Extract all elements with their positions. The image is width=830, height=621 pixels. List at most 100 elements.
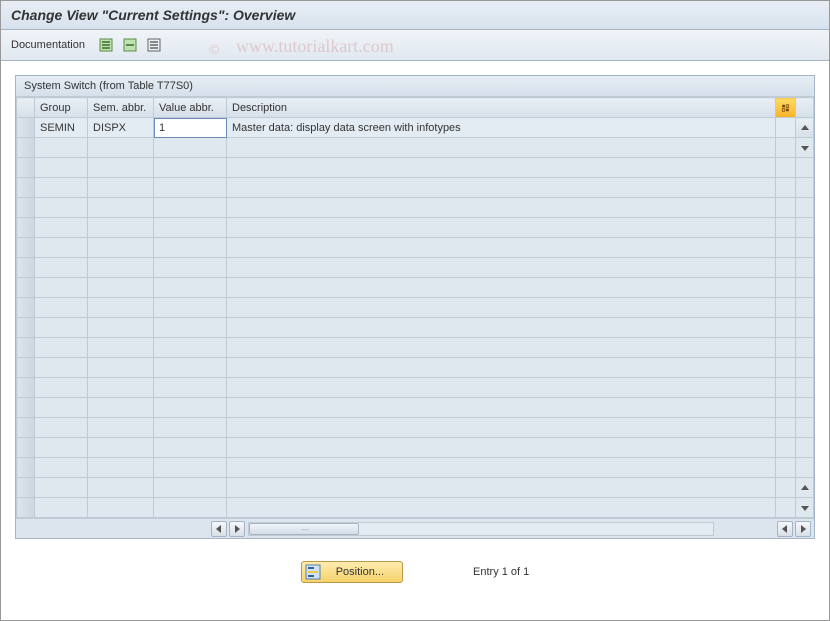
row-selector[interactable] <box>17 258 35 278</box>
row-selector[interactable] <box>17 198 35 218</box>
cell-description: Master data: display data screen with in… <box>227 118 776 138</box>
cell-value-abbr <box>154 318 227 338</box>
row-selector[interactable] <box>17 498 35 518</box>
vscroll-down-button[interactable] <box>796 138 814 158</box>
documentation-button[interactable]: Documentation <box>11 39 85 51</box>
cell-group <box>35 358 88 378</box>
row-selector[interactable] <box>17 298 35 318</box>
cell-group <box>35 338 88 358</box>
row-selector[interactable] <box>17 238 35 258</box>
toolbar: Documentation <box>1 30 829 61</box>
row-selector[interactable] <box>17 398 35 418</box>
row-selector[interactable] <box>17 138 35 158</box>
cell-group <box>35 458 88 478</box>
cell-spare <box>776 358 796 378</box>
vscroll-track <box>796 358 814 378</box>
cell-value-abbr <box>154 418 227 438</box>
table-settings-button[interactable] <box>776 98 796 118</box>
vscroll-up2-button[interactable] <box>796 478 814 498</box>
cell-sem-abbr <box>88 298 154 318</box>
row-selector[interactable] <box>17 458 35 478</box>
cell-spare <box>776 478 796 498</box>
cell-sem-abbr <box>88 358 154 378</box>
hscroll-right2-button[interactable] <box>795 521 811 537</box>
cell-group <box>35 318 88 338</box>
cell-value-abbr <box>154 438 227 458</box>
cell-value-abbr <box>154 358 227 378</box>
row-selector[interactable] <box>17 278 35 298</box>
row-selector[interactable] <box>17 378 35 398</box>
vscroll-track <box>796 338 814 358</box>
hscroll-thumb-main[interactable]: ᠁ <box>249 523 359 535</box>
content-area: System Switch (from Table T77S0) Group S… <box>1 61 829 619</box>
cell-sem-abbr <box>88 438 154 458</box>
hscroll-track-main[interactable]: ᠁ <box>248 522 714 536</box>
vscroll-up-button[interactable] <box>796 118 814 138</box>
cell-spare <box>776 318 796 338</box>
cell-description <box>227 478 776 498</box>
collapse-all-icon[interactable] <box>121 36 139 54</box>
vscroll-down2-button[interactable] <box>796 498 814 518</box>
row-selector[interactable] <box>17 358 35 378</box>
entry-status-text: Entry 1 of 1 <box>473 566 529 578</box>
cell-spare <box>776 198 796 218</box>
row-selector[interactable] <box>17 178 35 198</box>
cell-description <box>227 138 776 158</box>
column-header-description[interactable]: Description <box>227 98 776 118</box>
cell-sem-abbr <box>88 418 154 438</box>
cell-sem-abbr <box>88 318 154 338</box>
row-selector[interactable] <box>17 158 35 178</box>
position-icon <box>304 563 322 581</box>
header-bar: Change View "Current Settings": Overview <box>1 1 829 30</box>
cell-spare <box>776 438 796 458</box>
column-header-sem-abbr[interactable]: Sem. abbr. <box>88 98 154 118</box>
cell-sem-abbr <box>88 478 154 498</box>
cell-spare <box>776 298 796 318</box>
cell-group <box>35 418 88 438</box>
select-block-icon[interactable] <box>145 36 163 54</box>
hscroll-right-button[interactable] <box>229 521 245 537</box>
cell-spare <box>776 378 796 398</box>
cell-group <box>35 398 88 418</box>
vscroll-track <box>796 398 814 418</box>
cell-description <box>227 398 776 418</box>
cell-spare <box>776 418 796 438</box>
vscroll-track <box>796 378 814 398</box>
cell-spare <box>776 238 796 258</box>
cell-description <box>227 438 776 458</box>
cell-description <box>227 458 776 478</box>
row-selector[interactable] <box>17 338 35 358</box>
cell-spare <box>776 178 796 198</box>
row-selector[interactable] <box>17 318 35 338</box>
position-button[interactable]: Position... <box>301 561 403 583</box>
vscroll-track <box>796 278 814 298</box>
table-container: System Switch (from Table T77S0) Group S… <box>15 75 815 539</box>
cell-value-abbr[interactable]: 1 <box>154 118 227 138</box>
expand-all-icon[interactable] <box>97 36 115 54</box>
row-selector[interactable] <box>17 118 35 138</box>
column-header-value-abbr[interactable]: Value abbr. <box>154 98 227 118</box>
cell-group <box>35 438 88 458</box>
cell-value-abbr <box>154 218 227 238</box>
horizontal-scroll: ᠁ <box>16 518 814 538</box>
cell-sem-abbr <box>88 498 154 518</box>
vscroll-track <box>796 198 814 218</box>
row-selector[interactable] <box>17 478 35 498</box>
cell-spare <box>776 458 796 478</box>
cell-spare <box>776 138 796 158</box>
select-all-header[interactable] <box>17 98 35 118</box>
cell-sem-abbr <box>88 338 154 358</box>
vscroll-track <box>796 178 814 198</box>
column-header-group[interactable]: Group <box>35 98 88 118</box>
cell-spare <box>776 338 796 358</box>
cell-description <box>227 418 776 438</box>
table-caption: System Switch (from Table T77S0) <box>16 76 814 97</box>
row-selector[interactable] <box>17 418 35 438</box>
cell-value-abbr <box>154 278 227 298</box>
cell-group <box>35 138 88 158</box>
vscroll-track <box>796 238 814 258</box>
hscroll-left2-button[interactable] <box>777 521 793 537</box>
hscroll-left-button[interactable] <box>211 521 227 537</box>
row-selector[interactable] <box>17 218 35 238</box>
row-selector[interactable] <box>17 438 35 458</box>
